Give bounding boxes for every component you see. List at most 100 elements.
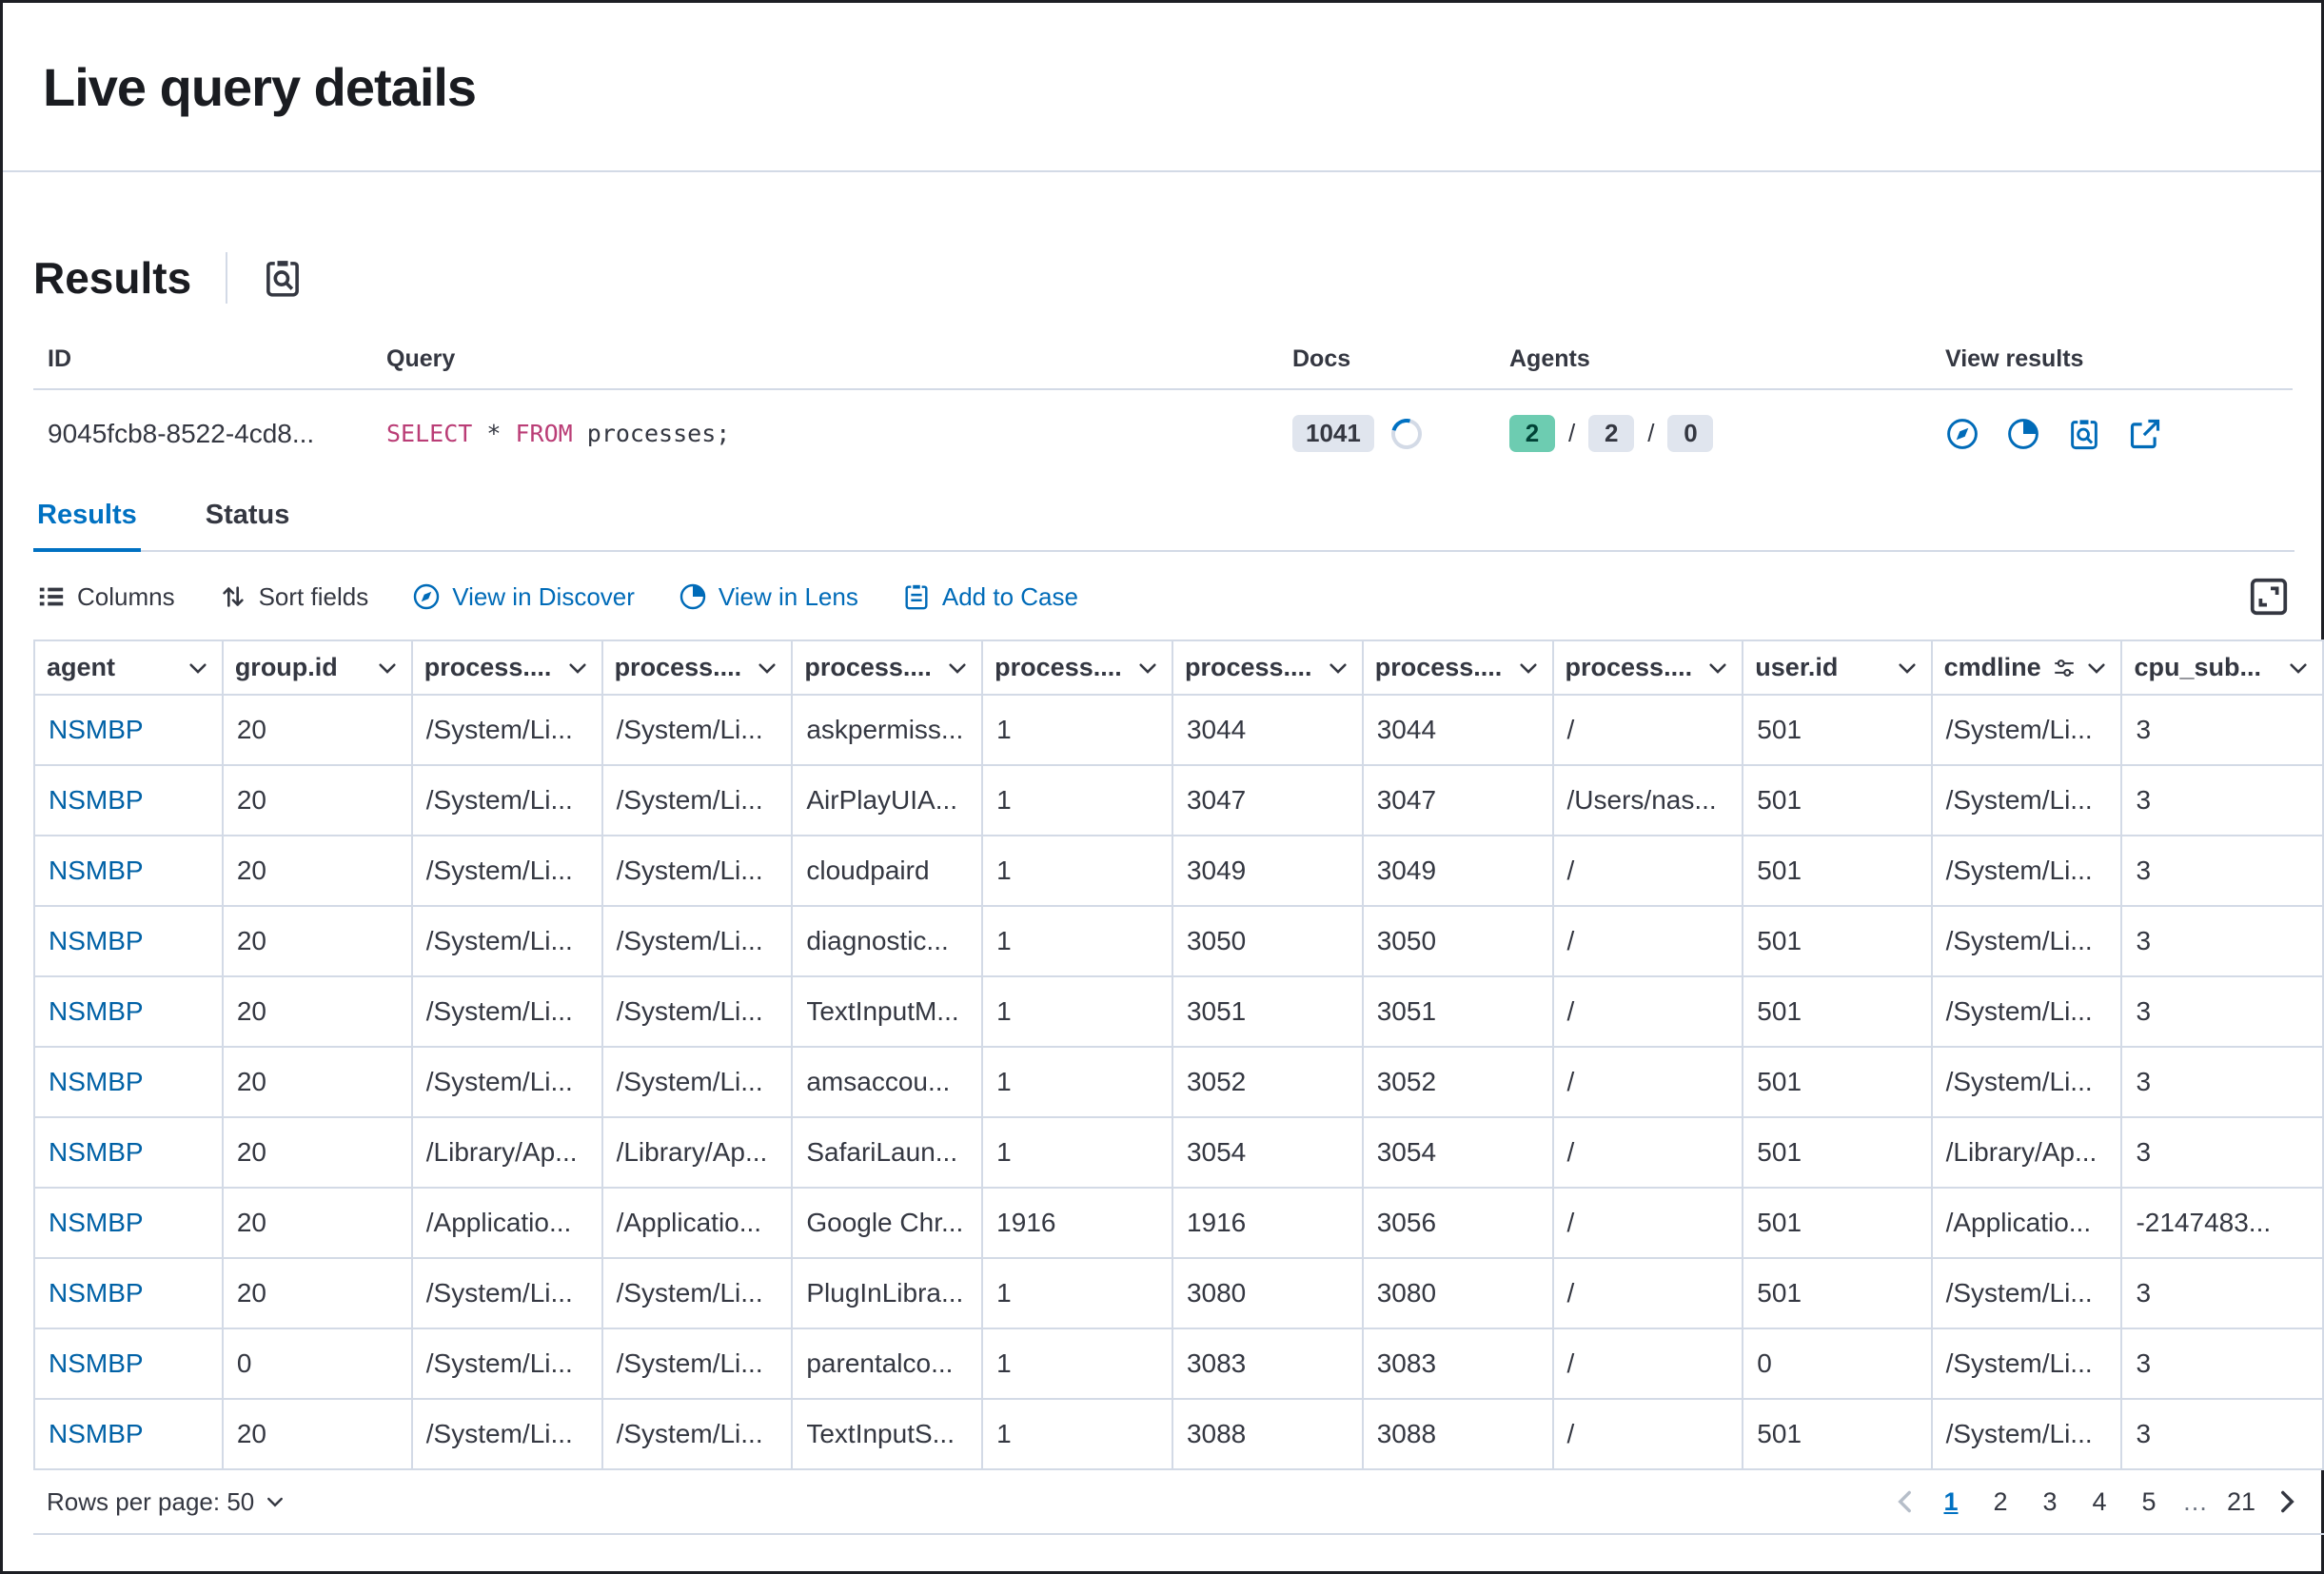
chevron-down-icon[interactable] xyxy=(1326,656,1350,680)
column-header-process-7[interactable]: process.... xyxy=(1553,640,1743,695)
agent-link[interactable]: NSMBP xyxy=(49,996,144,1026)
cell-process-5: 3080 xyxy=(1172,1258,1363,1328)
add-to-case-button[interactable]: Add to Case xyxy=(902,582,1078,612)
column-header-agent[interactable]: agent xyxy=(34,640,223,695)
agent-link[interactable]: NSMBP xyxy=(49,1137,144,1167)
column-header-label: group.id xyxy=(235,653,367,682)
columns-button[interactable]: Columns xyxy=(37,582,175,612)
cell-cpu-subtype: 3 xyxy=(2121,836,2323,906)
column-header-user-id[interactable]: user.id xyxy=(1743,640,1931,695)
cell-agent: NSMBP xyxy=(34,1258,223,1328)
column-header-process-3[interactable]: process.... xyxy=(792,640,982,695)
open-in-new-icon[interactable] xyxy=(2128,417,2162,451)
cell-process-3: amsaccou... xyxy=(792,1047,982,1117)
chevron-down-icon[interactable] xyxy=(1705,656,1730,680)
cell-user-id: 501 xyxy=(1743,1117,1931,1188)
cell-process-1: /System/Li... xyxy=(412,1258,602,1328)
cell-cmdline: /Library/Ap... xyxy=(1932,1117,2122,1188)
cell-group-id: 20 xyxy=(223,906,412,976)
agent-link[interactable]: NSMBP xyxy=(49,715,144,744)
column-header-cmdline[interactable]: cmdline xyxy=(1932,640,2122,695)
cell-agent: NSMBP xyxy=(34,836,223,906)
pagination-page-3[interactable]: 3 xyxy=(2030,1484,2070,1521)
chevron-down-icon[interactable] xyxy=(1516,656,1541,680)
discover-icon[interactable] xyxy=(1945,417,1979,451)
chevron-down-icon[interactable] xyxy=(186,656,210,680)
cell-process-1: /System/Li... xyxy=(412,1328,602,1399)
columns-icon xyxy=(37,582,66,611)
cell-cpu-subtype: 3 xyxy=(2121,765,2323,836)
column-header-label: process.... xyxy=(1566,653,1699,682)
agent-link[interactable]: NSMBP xyxy=(49,1208,144,1237)
agent-link[interactable]: NSMBP xyxy=(49,856,144,885)
agent-link[interactable]: NSMBP xyxy=(49,1278,144,1308)
cell-process-7: / xyxy=(1553,695,1743,765)
cell-process-1: /System/Li... xyxy=(412,906,602,976)
cell-process-7: / xyxy=(1553,1117,1743,1188)
agents-separator: / xyxy=(1647,419,1654,448)
column-header-process-4[interactable]: process.... xyxy=(982,640,1172,695)
cell-process-2: /System/Li... xyxy=(602,976,793,1047)
cell-cmdline: /System/Li... xyxy=(1932,836,2122,906)
chevron-down-icon[interactable] xyxy=(1135,656,1160,680)
agent-link[interactable]: NSMBP xyxy=(49,1067,144,1096)
cell-user-id: 501 xyxy=(1743,906,1931,976)
pagination-page-2[interactable]: 2 xyxy=(1980,1484,2020,1521)
cell-process-7: / xyxy=(1553,1258,1743,1328)
chevron-down-icon[interactable] xyxy=(565,656,590,680)
fullscreen-icon[interactable] xyxy=(2247,575,2291,619)
pagination-ellipsis: … xyxy=(2178,1487,2212,1517)
chevron-down-icon[interactable] xyxy=(2084,656,2109,680)
lens-icon[interactable] xyxy=(2006,417,2040,451)
cell-process-2: /System/Li... xyxy=(602,836,793,906)
agent-link[interactable]: NSMBP xyxy=(49,1348,144,1378)
tab-results[interactable]: Results xyxy=(33,484,141,550)
column-header-process-1[interactable]: process.... xyxy=(412,640,602,695)
tab-status[interactable]: Status xyxy=(202,484,294,550)
pagination-page-21[interactable]: 21 xyxy=(2221,1484,2261,1521)
cell-process-5: 3047 xyxy=(1172,765,1363,836)
pagination-page-1[interactable]: 1 xyxy=(1931,1484,1971,1521)
inspect-icon[interactable] xyxy=(262,257,304,299)
table-row: NSMBP20/System/Li.../System/Li...amsacco… xyxy=(34,1047,2323,1117)
chevron-down-icon[interactable] xyxy=(375,656,400,680)
agent-link[interactable]: NSMBP xyxy=(49,926,144,955)
cell-process-5: 3054 xyxy=(1172,1117,1363,1188)
rows-per-page-button[interactable]: Rows per page: 50 xyxy=(47,1487,286,1517)
column-header-label: cmdline xyxy=(1944,653,2045,682)
chevron-down-icon[interactable] xyxy=(945,656,970,680)
cell-process-1: /Library/Ap... xyxy=(412,1117,602,1188)
column-actions-icon[interactable] xyxy=(2052,656,2077,680)
column-header-group-id[interactable]: group.id xyxy=(223,640,412,695)
cell-process-1: /System/Li... xyxy=(412,765,602,836)
columns-label: Columns xyxy=(77,582,175,612)
cell-process-3: SafariLaun... xyxy=(792,1117,982,1188)
view-in-lens-button[interactable]: View in Lens xyxy=(679,582,858,612)
previous-page-icon[interactable] xyxy=(1889,1485,1921,1518)
pagination-page-4[interactable]: 4 xyxy=(2079,1484,2119,1521)
inspect-icon[interactable] xyxy=(2067,417,2101,451)
cell-agent: NSMBP xyxy=(34,765,223,836)
cell-process-7: / xyxy=(1553,1188,1743,1258)
column-header-label: process.... xyxy=(804,653,937,682)
cell-process-4: 1 xyxy=(982,1399,1172,1469)
results-heading: Results xyxy=(33,252,191,304)
results-data-grid: agentgroup.idprocess....process....proce… xyxy=(33,639,2324,1470)
chevron-down-icon[interactable] xyxy=(755,656,779,680)
view-in-discover-button[interactable]: View in Discover xyxy=(412,582,635,612)
column-header-cpu-subtype[interactable]: cpu_sub... xyxy=(2121,640,2323,695)
table-row: NSMBP0/System/Li.../System/Li...parental… xyxy=(34,1328,2323,1399)
column-header-process-6[interactable]: process.... xyxy=(1363,640,1553,695)
column-header-label: cpu_sub... xyxy=(2134,653,2278,682)
sort-fields-button[interactable]: Sort fields xyxy=(219,582,369,612)
agent-link[interactable]: NSMBP xyxy=(49,1419,144,1448)
agent-link[interactable]: NSMBP xyxy=(49,785,144,815)
cell-process-4: 1 xyxy=(982,1328,1172,1399)
chevron-down-icon[interactable] xyxy=(2286,656,2311,680)
column-header-process-2[interactable]: process.... xyxy=(602,640,793,695)
table-row: NSMBP20/System/Li.../System/Li...AirPlay… xyxy=(34,765,2323,836)
column-header-process-5[interactable]: process.... xyxy=(1172,640,1363,695)
pagination-page-5[interactable]: 5 xyxy=(2129,1484,2169,1521)
next-page-icon[interactable] xyxy=(2271,1485,2303,1518)
chevron-down-icon[interactable] xyxy=(1895,656,1920,680)
